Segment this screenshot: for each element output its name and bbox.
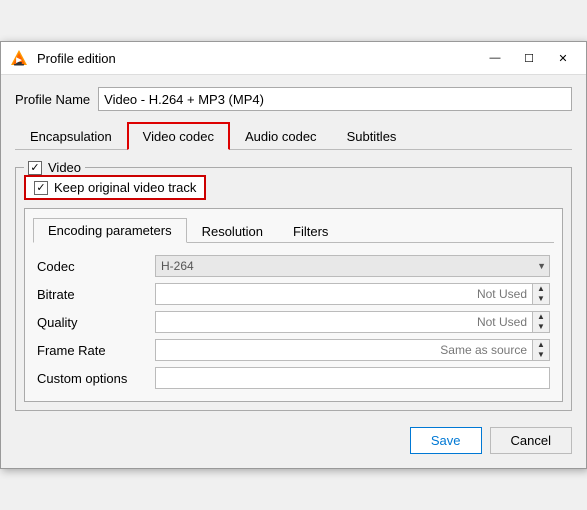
quality-input[interactable] [155,311,533,333]
subtab-filters[interactable]: Filters [278,218,343,243]
codec-row: H-264 ▼ [155,255,550,277]
vlc-icon: ▶ [9,48,29,68]
quality-row: ▲ ▼ [155,311,550,333]
keep-track-label: Keep original video track [54,180,196,195]
custom-options-label: Custom options [37,371,147,386]
framerate-input[interactable] [155,339,533,361]
custom-options-row [155,367,550,389]
window-title: Profile edition [37,51,480,66]
profile-name-input[interactable] [98,87,572,111]
framerate-row: ▲ ▼ [155,339,550,361]
keep-track-row: ✓ Keep original video track [24,175,206,200]
bitrate-input[interactable] [155,283,533,305]
tab-audio-codec[interactable]: Audio codec [230,122,332,150]
svg-text:▶: ▶ [15,57,22,64]
framerate-spinner: ▲ ▼ [533,339,550,361]
window-content: Profile Name Encapsulation Video codec A… [1,75,586,468]
bitrate-label: Bitrate [37,287,147,302]
bitrate-up-button[interactable]: ▲ [533,284,549,294]
quality-up-button[interactable]: ▲ [533,312,549,322]
tab-subtitles[interactable]: Subtitles [332,122,412,150]
video-legend: ✓ Video [24,160,85,175]
title-bar: ▶ Profile edition — ☐ ✕ [1,42,586,75]
main-tabs: Encapsulation Video codec Audio codec Su… [15,121,572,150]
bitrate-spinner: ▲ ▼ [533,283,550,305]
tab-video-codec[interactable]: Video codec [127,122,230,150]
keep-track-checkbox[interactable]: ✓ [34,181,48,195]
framerate-down-button[interactable]: ▼ [533,350,549,360]
framerate-label: Frame Rate [37,343,147,358]
quality-label: Quality [37,315,147,330]
encoding-panel: Encoding parameters Resolution Filters C… [24,208,563,402]
profile-name-label: Profile Name [15,92,90,107]
subtab-resolution[interactable]: Resolution [187,218,278,243]
bitrate-row: ▲ ▼ [155,283,550,305]
video-fieldset: ✓ Video ✓ Keep original video track Enco… [15,160,572,411]
footer-buttons: Save Cancel [15,427,572,454]
window-controls: — ☐ ✕ [480,48,578,68]
bitrate-down-button[interactable]: ▼ [533,294,549,304]
framerate-up-button[interactable]: ▲ [533,340,549,350]
cancel-button[interactable]: Cancel [490,427,572,454]
close-button[interactable]: ✕ [548,48,578,68]
video-legend-label: Video [48,160,81,175]
codec-label: Codec [37,259,147,274]
params-grid: Codec H-264 ▼ Bitrate ▲ ▼ [33,251,554,393]
maximize-button[interactable]: ☐ [514,48,544,68]
quality-spinner: ▲ ▼ [533,311,550,333]
minimize-button[interactable]: — [480,48,510,68]
quality-down-button[interactable]: ▼ [533,322,549,332]
save-button[interactable]: Save [410,427,482,454]
tab-encapsulation[interactable]: Encapsulation [15,122,127,150]
profile-edition-window: ▶ Profile edition — ☐ ✕ Profile Name Enc… [0,41,587,469]
custom-options-input[interactable] [155,367,550,389]
subtab-encoding[interactable]: Encoding parameters [33,218,187,243]
profile-name-row: Profile Name [15,87,572,111]
codec-select[interactable]: H-264 [155,255,550,277]
sub-tabs: Encoding parameters Resolution Filters [33,217,554,243]
video-checkbox[interactable]: ✓ [28,161,42,175]
